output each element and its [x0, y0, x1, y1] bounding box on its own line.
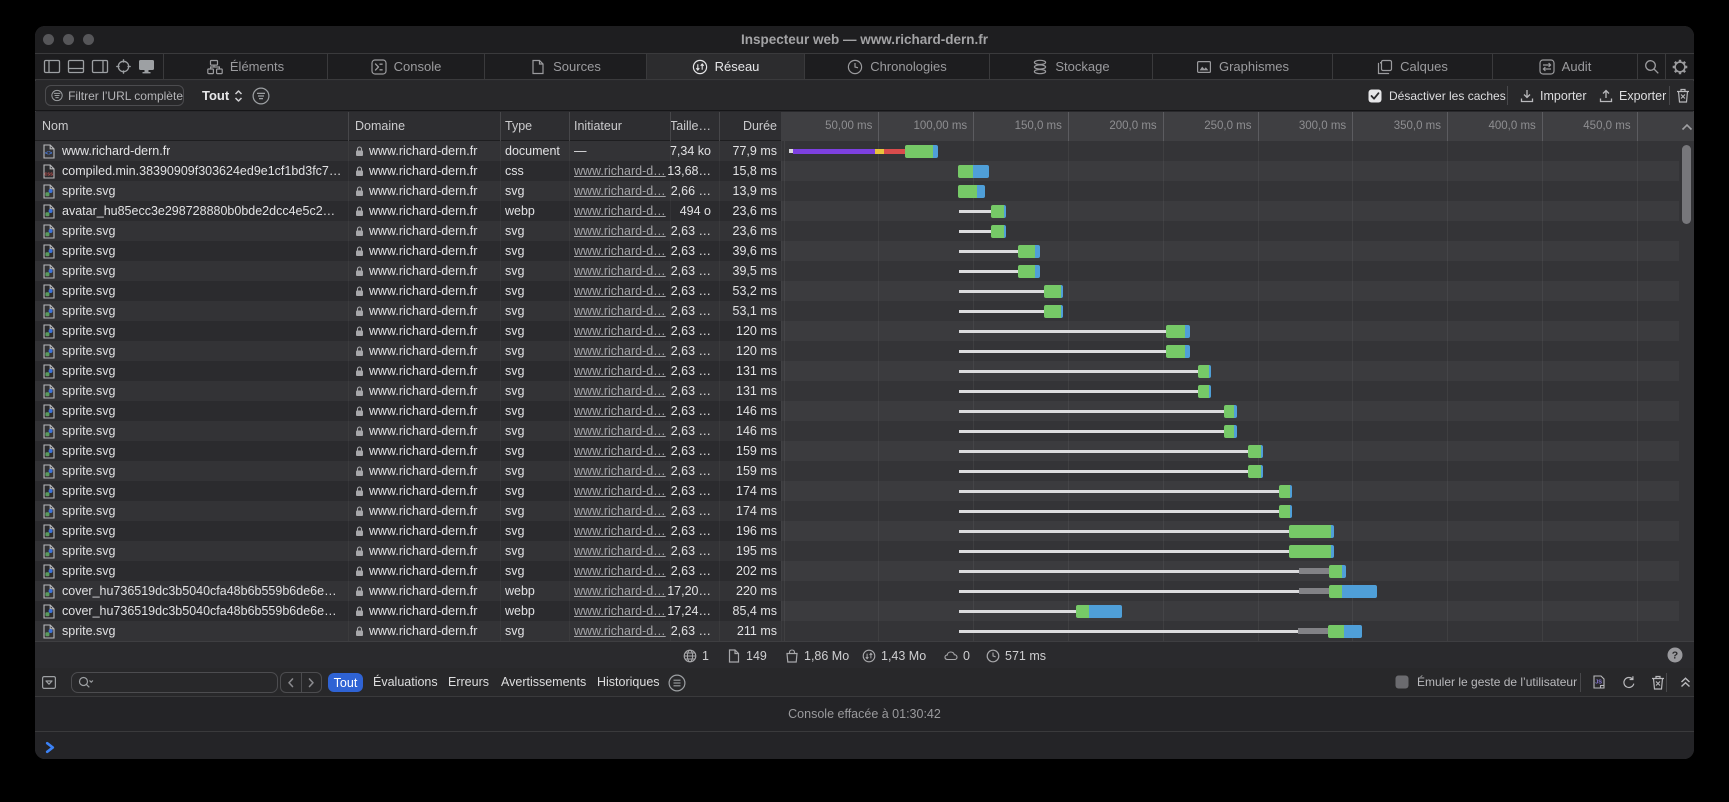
- svg-text:css: css: [44, 171, 53, 177]
- svg-text:?: ?: [1672, 650, 1678, 662]
- svg-text:JS: JS: [1595, 679, 1602, 685]
- svg-text:<>: <>: [45, 150, 53, 157]
